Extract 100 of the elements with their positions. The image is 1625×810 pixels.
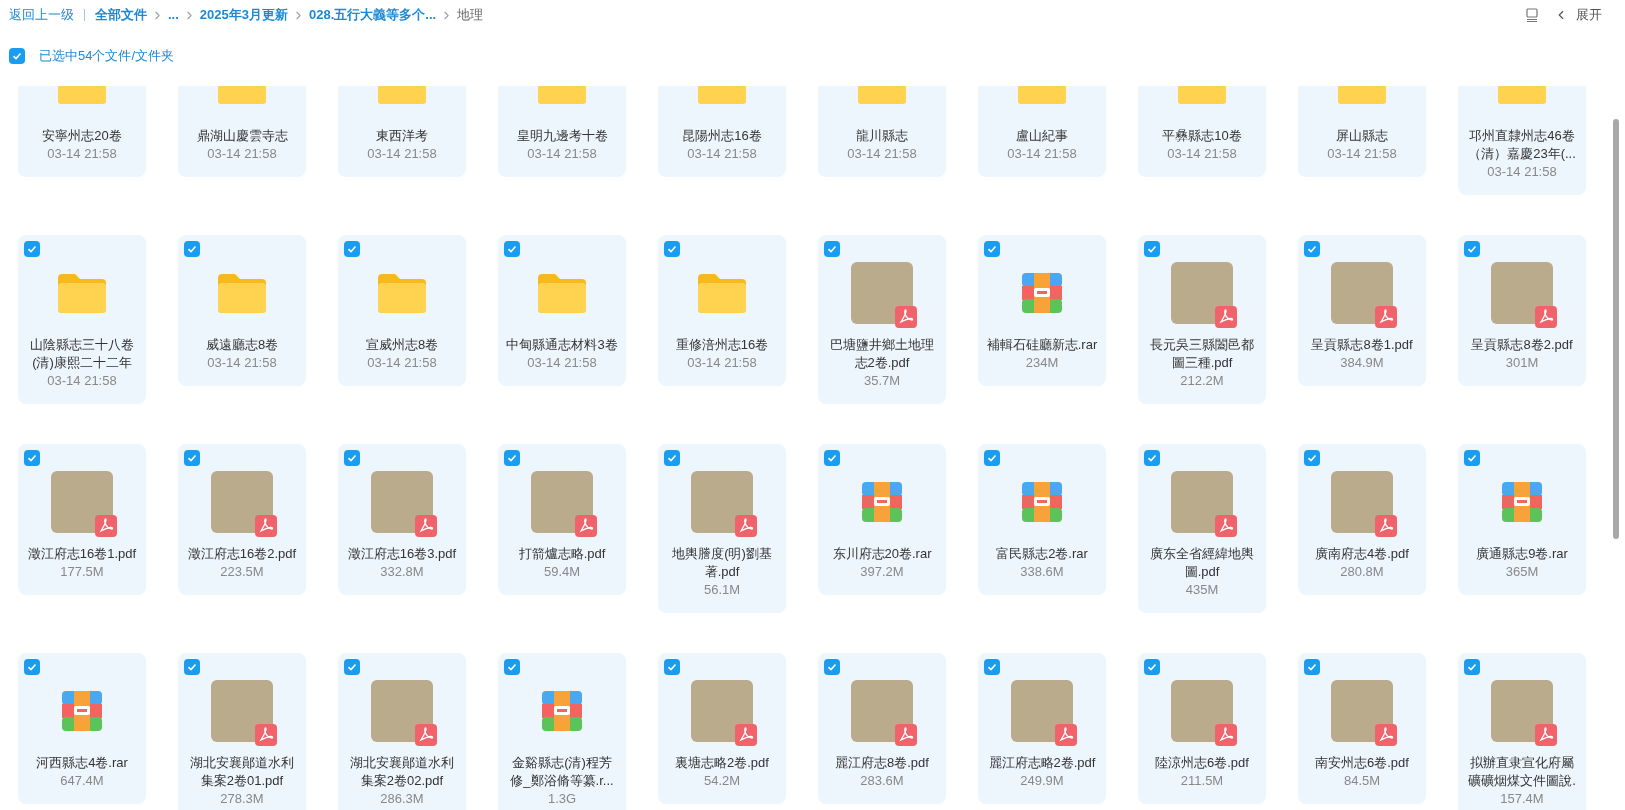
breadcrumb-link[interactable]: 028.五行大義等多个...: [309, 5, 437, 25]
file-meta: 56.1M: [703, 581, 741, 599]
file-meta: 59.4M: [543, 563, 581, 581]
checkbox[interactable]: [1464, 450, 1480, 466]
checkbox[interactable]: [24, 659, 40, 675]
breadcrumb-link[interactable]: 全部文件: [95, 5, 147, 25]
check-icon: [1147, 244, 1157, 254]
checkbox[interactable]: [1144, 450, 1160, 466]
file-card[interactable]: 威遠廳志8卷 03-14 21:58: [178, 235, 306, 386]
file-card[interactable]: 呈貢縣志8卷2.pdf 301M: [1458, 235, 1586, 386]
file-card[interactable]: 呈貢縣志8卷1.pdf 384.9M: [1298, 235, 1426, 386]
file-card[interactable]: 補輯石硅廳新志.rar 234M: [978, 235, 1106, 386]
file-card[interactable]: 打箭爐志略.pdf 59.4M: [498, 444, 626, 595]
file-card[interactable]: 廣通縣志9卷.rar 365M: [1458, 444, 1586, 595]
file-card[interactable]: 麗江府志略2卷.pdf 249.9M: [978, 653, 1106, 804]
checkbox[interactable]: [1464, 241, 1480, 257]
checkbox[interactable]: [824, 659, 840, 675]
file-card[interactable]: 澂江府志16卷2.pdf 223.5M: [178, 444, 306, 595]
file-card[interactable]: 山陰縣志三十八卷(清)康熙二十二年 03-14 21:58: [18, 235, 146, 404]
checkbox[interactable]: [824, 241, 840, 257]
checkbox[interactable]: [9, 48, 25, 64]
file-card[interactable]: 富民縣志2卷.rar 338.6M: [978, 444, 1106, 595]
checkbox[interactable]: [984, 241, 1000, 257]
file-name: 龍川縣志: [855, 127, 909, 145]
file-card[interactable]: 盧山紀事 03-14 21:58: [978, 86, 1106, 177]
file-card[interactable]: 昆陽州志16卷 03-14 21:58: [658, 86, 786, 177]
checkbox[interactable]: [184, 241, 200, 257]
breadcrumb-link[interactable]: 2025年3月更新: [199, 5, 288, 25]
checkbox[interactable]: [1144, 659, 1160, 675]
breadcrumb-link[interactable]: ...: [168, 5, 179, 25]
file-name: 廣东全省經緯地輿圖.pdf: [1149, 545, 1255, 581]
checkbox[interactable]: [824, 450, 840, 466]
checkbox[interactable]: [344, 241, 360, 257]
file-card[interactable]: 陸涼州志6卷.pdf 211.5M: [1138, 653, 1266, 804]
file-card[interactable]: 重修涪州志16卷 03-14 21:58: [658, 235, 786, 386]
scrollbar-thumb[interactable]: [1613, 119, 1619, 539]
checkbox[interactable]: [344, 450, 360, 466]
checkbox[interactable]: [1144, 241, 1160, 257]
file-card[interactable]: 皇明九邊考十卷 03-14 21:58: [498, 86, 626, 177]
file-card[interactable]: 南安州志6卷.pdf 84.5M: [1298, 653, 1426, 804]
checkbox[interactable]: [1304, 659, 1320, 675]
file-card[interactable]: 金谿縣志(清)程芳修_鄭浴脩等纂.r... 1.3G: [498, 653, 626, 810]
checkbox[interactable]: [24, 241, 40, 257]
file-card[interactable]: 鼎湖山慶雲寺志 03-14 21:58: [178, 86, 306, 177]
checkbox[interactable]: [664, 241, 680, 257]
file-card[interactable]: 澂江府志16卷1.pdf 177.5M: [18, 444, 146, 595]
checkbox[interactable]: [184, 450, 200, 466]
file-card[interactable]: 安寧州志20卷 03-14 21:58: [18, 86, 146, 177]
file-card[interactable]: 東西洋考 03-14 21:58: [338, 86, 466, 177]
file-card[interactable]: 廣南府志4卷.pdf 280.8M: [1298, 444, 1426, 595]
file-card[interactable]: 廣东全省經緯地輿圖.pdf 435M: [1138, 444, 1266, 613]
checkbox[interactable]: [504, 450, 520, 466]
checkbox[interactable]: [664, 450, 680, 466]
panel-icon[interactable]: [1524, 7, 1540, 23]
file-card[interactable]: 澂江府志16卷3.pdf 332.8M: [338, 444, 466, 595]
checkbox[interactable]: [184, 659, 200, 675]
checkbox[interactable]: [1304, 450, 1320, 466]
checkbox[interactable]: [504, 659, 520, 675]
file-card[interactable]: 麗江府志8卷.pdf 283.6M: [818, 653, 946, 804]
file-name: 長元吳三縣闔邑都圖三種.pdf: [1149, 336, 1255, 372]
file-name: 湖北安襄鄖道水利集案2卷02.pdf: [349, 754, 455, 790]
file-card[interactable]: 裏塘志略2卷.pdf 54.2M: [658, 653, 786, 804]
file-card[interactable]: 巴塘鹽井鄉土地理志2卷.pdf 35.7M: [818, 235, 946, 404]
file-meta: 03-14 21:58: [1327, 145, 1397, 163]
file-card[interactable]: 龍川縣志 03-14 21:58: [818, 86, 946, 177]
file-meta: 03-14 21:58: [1007, 145, 1077, 163]
checkbox[interactable]: [1304, 241, 1320, 257]
back-link[interactable]: 返回上一级: [9, 5, 74, 25]
file-card[interactable]: 地輿謄度(明)劉基著.pdf 56.1M: [658, 444, 786, 613]
pdf-badge-icon: [255, 515, 277, 537]
checkbox[interactable]: [504, 241, 520, 257]
file-meta: 234M: [1025, 354, 1059, 372]
checkbox[interactable]: [1464, 659, 1480, 675]
selection-count: 已选中54个文件/文件夹: [39, 47, 175, 66]
expand-button[interactable]: 展开: [1554, 5, 1602, 25]
file-card[interactable]: 平彝縣志10卷 03-14 21:58: [1138, 86, 1266, 177]
file-name: 東西洋考: [375, 127, 429, 145]
file-card[interactable]: 湖北安襄鄖道水利集案2卷02.pdf 286.3M: [338, 653, 466, 810]
pdf-badge-icon: [735, 724, 757, 746]
file-card[interactable]: 長元吳三縣闔邑都圖三種.pdf 212.2M: [1138, 235, 1266, 404]
checkbox[interactable]: [24, 450, 40, 466]
checkbox[interactable]: [664, 659, 680, 675]
file-card[interactable]: 宣威州志8卷 03-14 21:58: [338, 235, 466, 386]
file-card[interactable]: 湖北安襄鄖道水利集案2卷01.pdf 278.3M: [178, 653, 306, 810]
checkbox[interactable]: [984, 450, 1000, 466]
document-thumbnail: [851, 680, 913, 742]
file-name: 廣南府志4卷.pdf: [1314, 545, 1410, 563]
file-card[interactable]: 河西縣志4卷.rar 647.4M: [18, 653, 146, 804]
file-card[interactable]: 拟辦直隶宣化府屬礦礦烟煤文件圖說. 157.4M: [1458, 653, 1586, 810]
document-thumbnail: [1171, 471, 1233, 533]
file-card[interactable]: 屏山縣志 03-14 21:58: [1298, 86, 1426, 177]
file-meta: 211.5M: [1180, 772, 1224, 790]
checkbox[interactable]: [984, 659, 1000, 675]
file-card[interactable]: 东川府志20卷.rar 397.2M: [818, 444, 946, 595]
file-meta: 384.9M: [1340, 354, 1384, 372]
file-name: 廣通縣志9卷.rar: [1475, 545, 1569, 563]
file-card[interactable]: 邛州直隸州志46卷（清）嘉慶23年(... 03-14 21:58: [1458, 86, 1586, 195]
file-meta: 338.6M: [1020, 563, 1064, 581]
file-card[interactable]: 中甸縣通志材料3卷 03-14 21:58: [498, 235, 626, 386]
checkbox[interactable]: [344, 659, 360, 675]
